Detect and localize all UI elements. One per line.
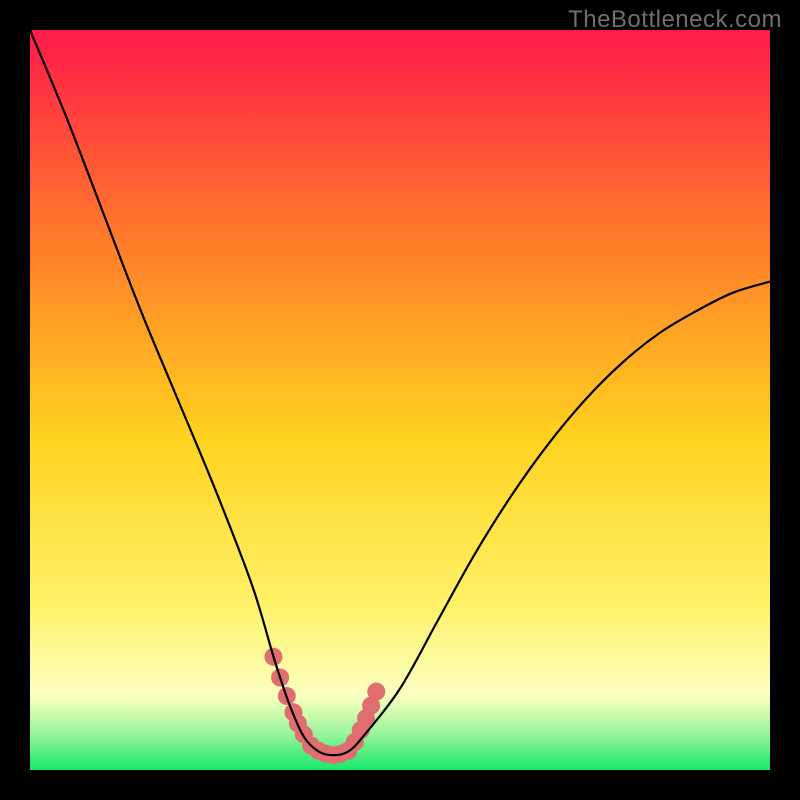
chart-svg [30, 30, 770, 770]
attribution-text: TheBottleneck.com [568, 6, 782, 34]
bottleneck-curve-path [30, 30, 770, 755]
highlight-dots [264, 648, 385, 764]
chart-frame: TheBottleneck.com [0, 0, 800, 800]
highlight-dot [367, 683, 385, 701]
plot-area [30, 30, 770, 770]
